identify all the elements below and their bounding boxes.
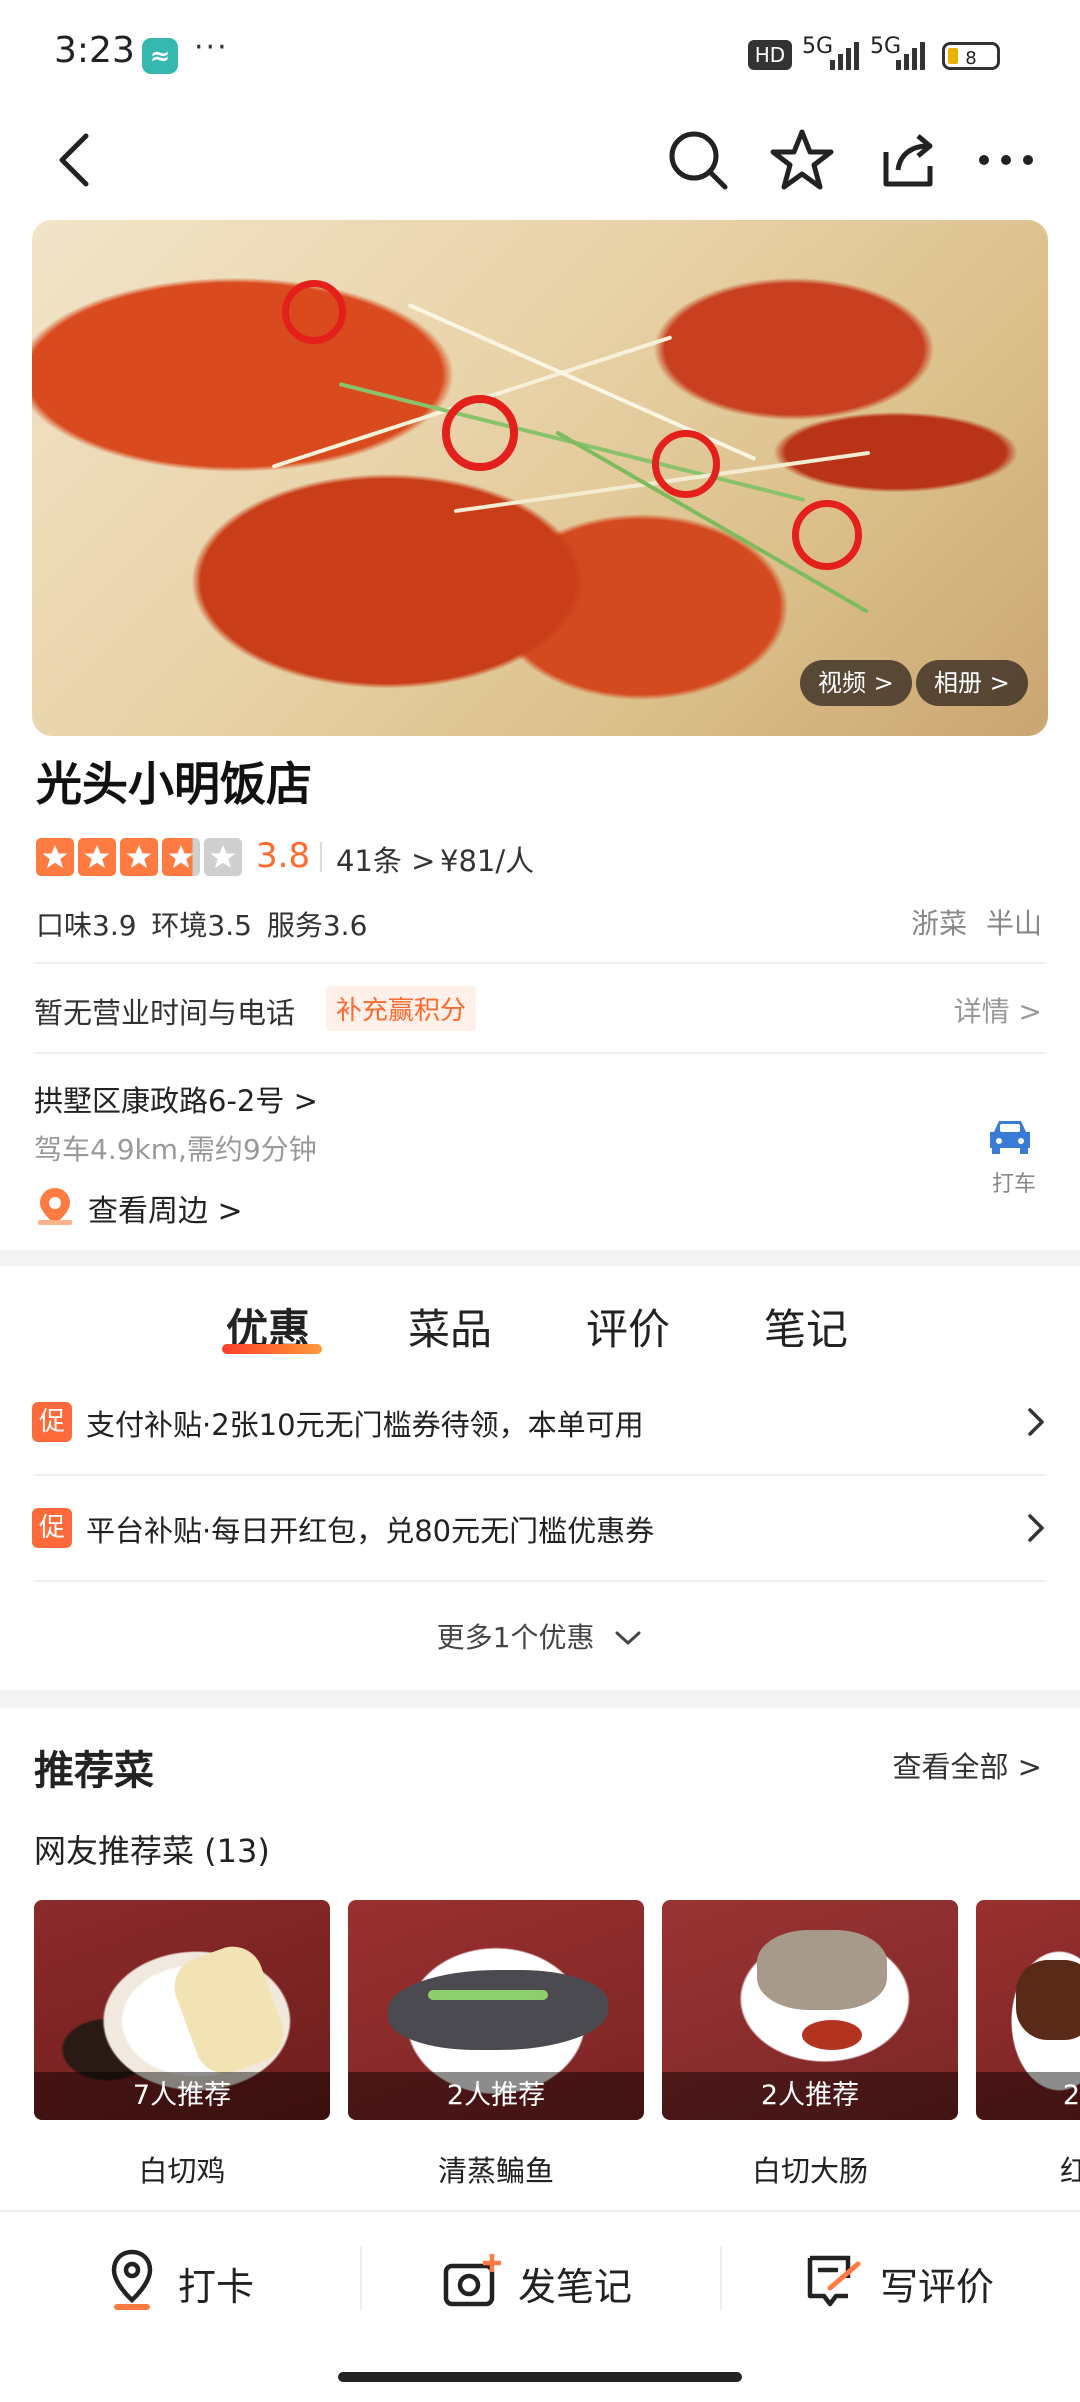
status-bar: 3:23 ≈ ··· HD 5G 5G 8 <box>0 0 1080 100</box>
divider <box>360 2246 362 2310</box>
star-icon <box>36 838 74 876</box>
promo-item-payment[interactable]: 支付补贴·2张10元无门槛券待领，本单可用 <box>86 1402 644 1444</box>
hd-icon: HD <box>748 40 792 70</box>
battery-level <box>948 48 958 64</box>
dish-recommend-count: 7人推荐 <box>34 2072 330 2120</box>
star-icon <box>204 838 242 876</box>
back-arrow-icon[interactable] <box>34 120 114 200</box>
rating-score: 3.8 <box>256 836 311 876</box>
dish-name[interactable]: 白切鸡 <box>34 2148 330 2190</box>
dish-card[interactable]: 2人推荐 <box>662 1900 958 2120</box>
post-note-camera-icon[interactable] <box>442 2250 504 2310</box>
tab-reviews[interactable]: 评价 <box>586 1296 670 1357</box>
sub-scores: 口味3.9 环境3.5 服务3.6 <box>36 909 368 942</box>
dish-name[interactable]: 白切大肠 <box>662 2148 958 2190</box>
taxi-car-icon[interactable] <box>986 1116 1034 1156</box>
promo-item-platform[interactable]: 平台补贴·每日开红包，兑80元无门槛优惠券 <box>86 1508 654 1550</box>
dish-recommend-count: 2人推荐 <box>348 2072 644 2120</box>
post-note-button[interactable]: 发笔记 <box>518 2256 632 2311</box>
write-review-button[interactable]: 写评价 <box>880 2256 994 2311</box>
active-tab-indicator <box>222 1344 322 1354</box>
search-icon[interactable] <box>658 120 738 200</box>
dish-card[interactable]: 2人推荐 <box>348 1900 644 2120</box>
promo-badge: 促 <box>32 1508 72 1548</box>
business-hours-text: 暂无营业时间与电话 <box>34 996 296 1030</box>
review-count-link[interactable]: 41条 > <box>336 838 435 880</box>
chevron-right-icon[interactable] <box>1026 1512 1046 1544</box>
favorite-star-icon[interactable] <box>762 120 842 200</box>
divider <box>34 1474 1046 1476</box>
app-notification-icon: ≈ <box>142 38 178 74</box>
taxi-label[interactable]: 打车 <box>992 1166 1036 1198</box>
tab-dishes[interactable]: 菜品 <box>408 1296 492 1357</box>
checkin-button[interactable]: 打卡 <box>178 2256 254 2311</box>
dish-card[interactable]: 7人推荐 <box>34 1900 330 2120</box>
star-icon <box>162 838 200 876</box>
more-offers-label: 更多1个优惠 <box>436 1621 595 1654</box>
dish-recommend-count: 2 <box>976 2072 1080 2120</box>
more-notifications-icon: ··· <box>194 30 229 65</box>
restaurant-name: 光头小明饭店 <box>36 757 312 811</box>
write-review-icon[interactable] <box>804 2250 864 2310</box>
add-info-badge[interactable]: 补充赢积分 <box>326 986 477 1031</box>
chevron-down-icon <box>615 1631 641 1645</box>
view-all-link[interactable]: 查看全部 > <box>892 1744 1042 1786</box>
section-subtitle: 网友推荐菜 (13) <box>34 1832 270 1870</box>
promo-badge: 促 <box>32 1402 72 1442</box>
divider <box>34 1052 1046 1054</box>
star-icon <box>120 838 158 876</box>
star-icon <box>78 838 116 876</box>
signal-icon-2 <box>896 42 925 70</box>
divider <box>34 1580 1046 1582</box>
dish-name[interactable]: 清蒸鳊鱼 <box>348 2148 644 2190</box>
tab-notes[interactable]: 笔记 <box>764 1296 848 1357</box>
drive-distance: 驾车4.9km,需约9分钟 <box>34 1133 317 1166</box>
divider <box>720 2246 722 2310</box>
dish-recommend-count: 2人推荐 <box>662 2072 958 2120</box>
share-icon[interactable] <box>868 120 948 200</box>
address-link[interactable]: 拱墅区康政路6-2号 > <box>34 1078 318 1120</box>
divider <box>34 962 1046 964</box>
view-nearby-link[interactable]: 查看周边 > <box>88 1186 243 1230</box>
more-offers-button[interactable]: 更多1个优惠 <box>0 1616 1080 1656</box>
more-icon[interactable] <box>966 120 1046 200</box>
video-button[interactable]: 视频 > <box>800 660 912 706</box>
album-button[interactable]: 相册 > <box>916 660 1028 706</box>
details-link[interactable]: 详情 > <box>954 990 1042 1030</box>
chevron-right-icon[interactable] <box>1026 1406 1046 1438</box>
section-title: 推荐菜 <box>34 1748 154 1794</box>
price-per-person: ¥81/人 <box>440 844 535 878</box>
divider <box>320 842 322 872</box>
dish-name[interactable]: 红 <box>1060 2148 1080 2190</box>
rating-stars <box>36 838 242 876</box>
top-navigation <box>0 100 1080 220</box>
signal-icon <box>830 42 859 70</box>
checkin-pin-icon[interactable] <box>106 2248 158 2312</box>
hero-photo[interactable]: 视频 > 相册 > <box>32 220 1048 736</box>
location-pin-icon <box>38 1188 72 1225</box>
status-time: 3:23 <box>54 30 135 71</box>
home-indicator[interactable] <box>338 2372 742 2382</box>
cuisine-area-tags[interactable]: 浙菜 半山 <box>911 902 1042 942</box>
network-label-1: 5G <box>802 34 834 59</box>
dish-card[interactable]: 2 <box>976 1900 1080 2120</box>
